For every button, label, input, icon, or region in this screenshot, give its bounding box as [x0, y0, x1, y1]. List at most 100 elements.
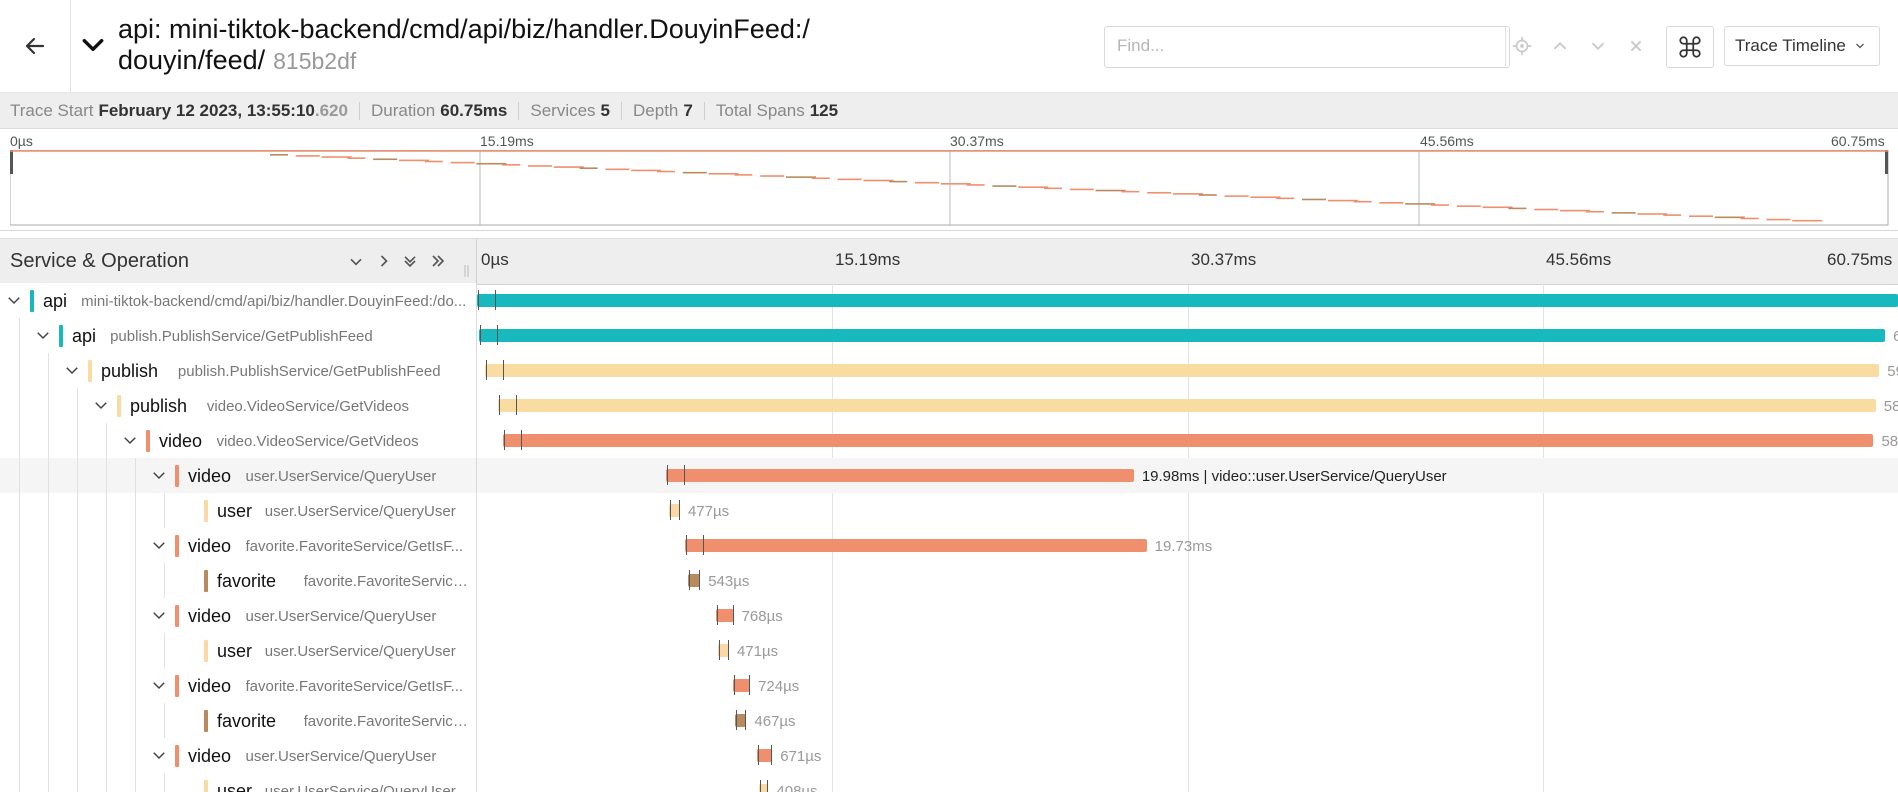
- view-select[interactable]: Trace Timeline: [1724, 26, 1880, 66]
- trace-title-line2: douyin/feed/: [118, 45, 266, 75]
- span-row[interactable]: user user.UserService/QueryUser: [0, 773, 476, 792]
- span-row[interactable]: video user.UserService/QueryUser: [0, 598, 476, 633]
- chevron-down-icon[interactable]: [34, 326, 52, 344]
- resize-grip-icon[interactable]: [464, 265, 470, 277]
- minimap-span-mark: [605, 168, 630, 171]
- tree-guide-line: [164, 493, 165, 528]
- tree-guide-line: [135, 493, 136, 528]
- span-timeline-row[interactable]: 6: [477, 318, 1898, 353]
- span-timeline-row[interactable]: 59: [477, 353, 1898, 388]
- span-bar[interactable]: [498, 399, 1876, 412]
- service-operation-pane: api mini-tiktok-backend/cmd/api/biz/handl…: [0, 283, 477, 792]
- span-timeline-row[interactable]: 477µs: [477, 493, 1898, 528]
- span-bar[interactable]: [479, 329, 1886, 342]
- span-timeline-row[interactable]: 19.98ms | video::user.UserService/QueryU…: [477, 458, 1898, 493]
- tree-guide-line: [19, 703, 20, 738]
- chevron-down-icon[interactable]: [63, 361, 81, 379]
- span-log-tick: [703, 535, 705, 555]
- span-timeline-row[interactable]: 467µs: [477, 703, 1898, 738]
- tree-guide-line: [19, 668, 20, 703]
- chevron-down-icon[interactable]: [5, 291, 23, 309]
- minimap-span-mark: [1147, 191, 1172, 194]
- span-row[interactable]: api mini-tiktok-backend/cmd/api/biz/handl…: [0, 283, 476, 318]
- find-input[interactable]: [1105, 27, 1503, 65]
- span-timeline-row[interactable]: 58.: [477, 423, 1898, 458]
- span-row[interactable]: publish publish.PublishService/GetPublish…: [0, 353, 476, 388]
- locate-icon[interactable]: [1511, 35, 1533, 57]
- trace-minimap[interactable]: 0µs 15.19ms 30.37ms 45.56ms 60.75ms: [0, 130, 1898, 231]
- span-log-tick: [503, 360, 505, 380]
- minimap-handle-left[interactable]: [10, 150, 13, 174]
- minimap-tick-label: 15.19ms: [480, 133, 534, 149]
- trace-header: api: mini-tiktok-backend/cmd/api/biz/han…: [0, 0, 1898, 93]
- chevron-down-icon[interactable]: [150, 536, 168, 554]
- back-button[interactable]: [0, 0, 71, 92]
- span-row[interactable]: video video.VideoService/GetVideos: [0, 423, 476, 458]
- chevron-down-icon[interactable]: [121, 431, 139, 449]
- minimap-span-mark: [1379, 202, 1404, 204]
- keyboard-shortcuts-button[interactable]: [1666, 26, 1714, 68]
- operation-name: favorite.FavoriteService/...: [303, 573, 470, 590]
- span-bar[interactable]: [715, 609, 734, 622]
- span-duration-label: 58: [1883, 398, 1898, 415]
- tree-guide-line: [106, 458, 107, 493]
- span-timeline-row[interactable]: 471µs: [477, 633, 1898, 668]
- span-bar[interactable]: [685, 539, 1147, 552]
- span-timeline-row[interactable]: 408µs: [477, 773, 1898, 792]
- span-row[interactable]: publish video.VideoService/GetVideos: [0, 388, 476, 423]
- span-row[interactable]: video user.UserService/QueryUser: [0, 458, 476, 493]
- span-timeline-row[interactable]: 671µs: [477, 738, 1898, 773]
- tree-guide-line: [135, 773, 136, 792]
- span-timeline-row[interactable]: 58: [477, 388, 1898, 423]
- span-row[interactable]: video user.UserService/QueryUser: [0, 738, 476, 773]
- expand-one-icon[interactable]: [374, 249, 394, 273]
- collapse-one-icon[interactable]: [346, 249, 366, 273]
- trace-start-ms: .620: [314, 100, 348, 120]
- span-log-tick: [516, 395, 518, 415]
- minimap-handle-right[interactable]: [1885, 150, 1888, 174]
- span-row[interactable]: api publish.PublishService/GetPublishFeed: [0, 318, 476, 353]
- span-row[interactable]: user user.UserService/QueryUser: [0, 493, 476, 528]
- span-bar[interactable]: [733, 679, 751, 692]
- span-row[interactable]: favorite favorite.FavoriteService/...: [0, 563, 476, 598]
- span-bar[interactable]: [502, 434, 1874, 447]
- chevron-down-icon[interactable]: [150, 746, 168, 764]
- span-bar[interactable]: [485, 364, 1880, 377]
- close-icon[interactable]: [1625, 35, 1647, 57]
- chevron-down-icon[interactable]: [92, 396, 110, 414]
- trace-id: 815b2df: [273, 48, 357, 74]
- chevron-up-icon[interactable]: [1549, 35, 1571, 57]
- span-timeline-row[interactable]: 724µs: [477, 668, 1898, 703]
- span-duration-label: 58.: [1881, 433, 1898, 450]
- span-timeline-row[interactable]: 19.73ms: [477, 528, 1898, 563]
- span-row[interactable]: video favorite.FavoriteService/GetIsF...: [0, 668, 476, 703]
- span-timeline-row[interactable]: [477, 283, 1898, 318]
- minimap-span-mark: [579, 167, 598, 169]
- tree-guide-line: [135, 563, 136, 598]
- span-bar[interactable]: [666, 469, 1134, 482]
- span-bar[interactable]: [756, 749, 773, 762]
- span-bar[interactable]: [477, 294, 1898, 307]
- span-timeline-row[interactable]: 543µs: [477, 563, 1898, 598]
- chevron-down-small-icon[interactable]: [1587, 35, 1609, 57]
- expand-all-icon[interactable]: [428, 249, 448, 273]
- service-color-bar: [204, 500, 208, 522]
- minimap-canvas[interactable]: [10, 150, 1889, 226]
- span-row[interactable]: favorite favorite.FavoriteService/...: [0, 703, 476, 738]
- span-duration-label: 477µs: [687, 503, 730, 520]
- service-color-bar: [175, 465, 179, 487]
- tree-guide-line: [77, 388, 78, 423]
- span-log-tick: [503, 430, 505, 450]
- chevron-down-icon[interactable]: [80, 32, 106, 58]
- tree-guide-line: [106, 528, 107, 563]
- span-log-tick: [727, 640, 729, 660]
- chevron-down-icon[interactable]: [150, 606, 168, 624]
- collapse-all-icon[interactable]: [400, 249, 420, 273]
- span-row[interactable]: user user.UserService/QueryUser: [0, 633, 476, 668]
- minimap-span-mark: [915, 181, 939, 184]
- chevron-down-icon[interactable]: [150, 466, 168, 484]
- span-timeline-row[interactable]: 768µs: [477, 598, 1898, 633]
- span-row[interactable]: video favorite.FavoriteService/GetIsF...: [0, 528, 476, 563]
- chevron-down-icon[interactable]: [150, 676, 168, 694]
- minimap-span-mark: [553, 166, 584, 168]
